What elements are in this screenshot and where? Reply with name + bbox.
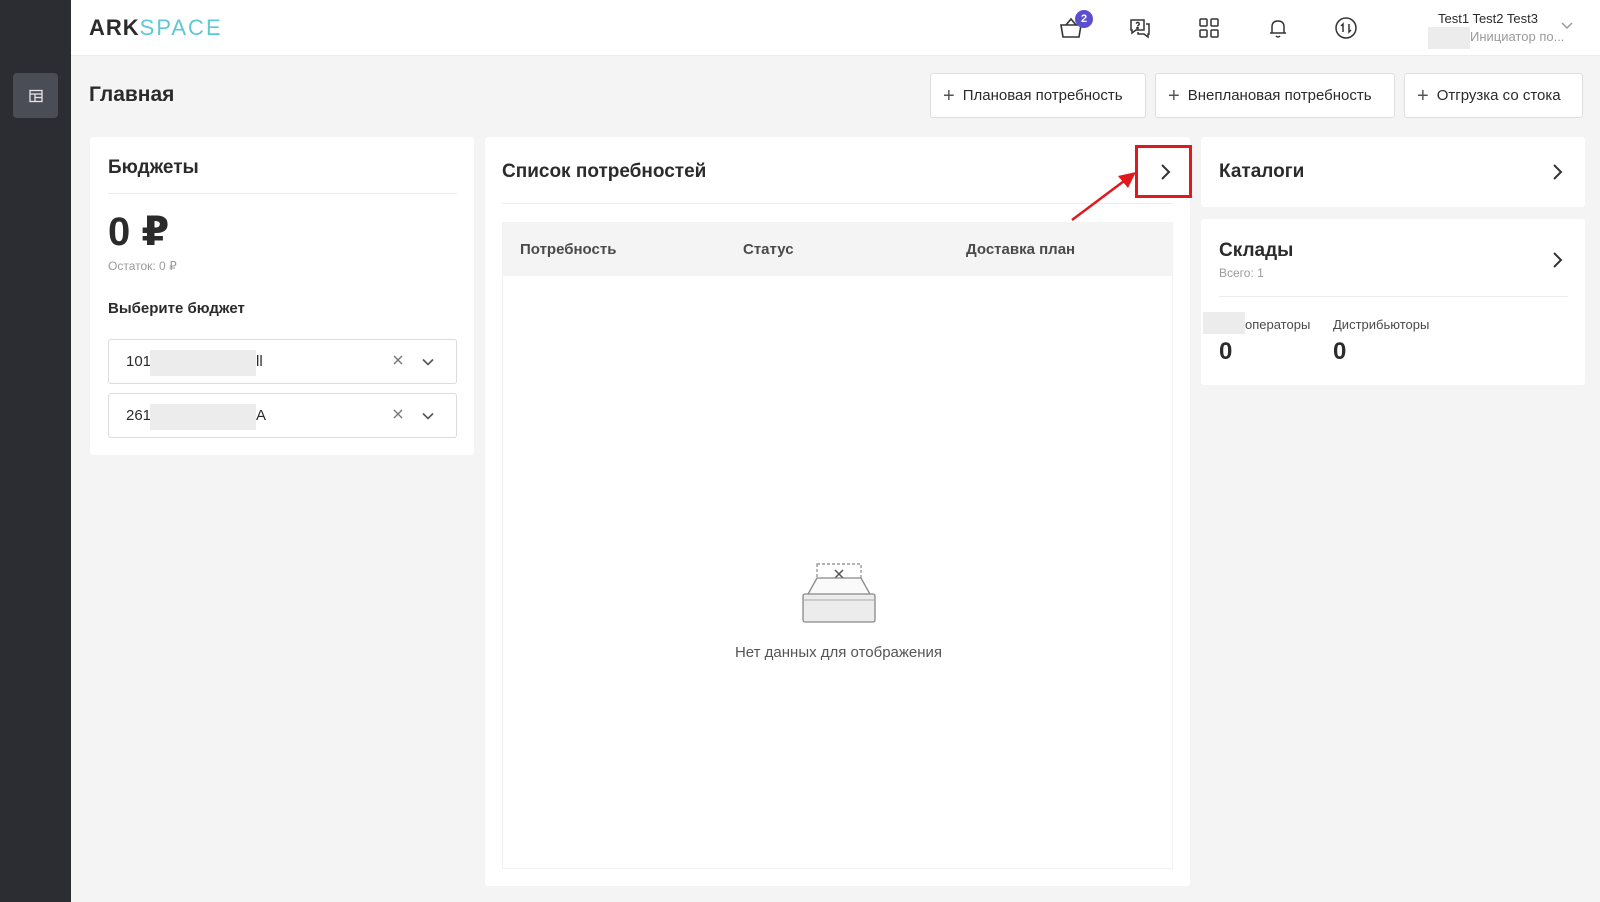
distributors-label: Дистрибьюторы bbox=[1333, 317, 1430, 332]
divider bbox=[108, 193, 457, 194]
chat-question-icon bbox=[1130, 19, 1150, 39]
grid-icon bbox=[1199, 18, 1219, 38]
clear-icon[interactable] bbox=[391, 407, 405, 421]
sidebar-dashboard-button[interactable] bbox=[13, 73, 58, 118]
budget-rest: Остаток: 0 ₽ bbox=[108, 259, 177, 273]
clear-icon[interactable] bbox=[391, 353, 405, 367]
user-menu[interactable]: Test1 Test2 Test3 Инициатор по... bbox=[1408, 10, 1578, 50]
warehouses-total: Всего: 1 bbox=[1219, 266, 1264, 280]
switch-button[interactable] bbox=[1330, 12, 1362, 44]
top-bar: ARKSPACE 2 Test1 Test2 Test3 Инициатор п… bbox=[71, 0, 1600, 56]
bell-icon bbox=[1270, 20, 1286, 38]
catalogs-title: Каталоги bbox=[1219, 161, 1305, 182]
operators-count: 0 bbox=[1219, 338, 1233, 365]
chevron-right-icon[interactable] bbox=[1547, 162, 1567, 182]
budget-select-1[interactable]: 101 ll bbox=[108, 339, 457, 384]
redacted-block bbox=[150, 350, 256, 376]
warehouses-card: Склады Всего: 1 операторы 0 Дистрибьютор… bbox=[1201, 219, 1585, 385]
dashboard-icon bbox=[28, 89, 43, 102]
column-header-need[interactable]: Потребность bbox=[520, 241, 616, 258]
chevron-down-icon[interactable] bbox=[421, 409, 435, 423]
user-role: Инициатор по... bbox=[1470, 29, 1565, 44]
cart-button[interactable]: 2 bbox=[1055, 10, 1093, 44]
page-title: Главная bbox=[89, 83, 175, 106]
notifications-button[interactable] bbox=[1262, 12, 1294, 44]
redacted-block bbox=[1203, 312, 1245, 334]
operators-label: операторы bbox=[1245, 317, 1311, 332]
budgets-card: Бюджеты 0 ₽ Остаток: 0 ₽ Выберите бюджет… bbox=[90, 137, 474, 455]
apps-button[interactable] bbox=[1193, 12, 1225, 44]
divider bbox=[1219, 296, 1568, 297]
budget-select-label: Выберите бюджет bbox=[108, 300, 245, 317]
logo[interactable]: ARKSPACE bbox=[89, 15, 223, 41]
empty-state-text: Нет данных для отображения bbox=[734, 644, 943, 661]
add-unplanned-need-button[interactable]: + Внеплановая потребность bbox=[1155, 73, 1395, 118]
warehouses-title: Склады bbox=[1219, 240, 1294, 261]
plus-icon: + bbox=[1417, 84, 1429, 107]
budget-select-2[interactable]: 261 A bbox=[108, 393, 457, 438]
needs-list-card: Список потребностей Потребность Статус Д… bbox=[485, 137, 1190, 886]
empty-inbox-icon bbox=[802, 563, 876, 623]
cart-badge: 2 bbox=[1075, 10, 1093, 28]
sidebar bbox=[0, 0, 71, 902]
redacted-block bbox=[1428, 27, 1470, 49]
budget-amount: 0 ₽ bbox=[108, 210, 170, 254]
plus-icon: + bbox=[1168, 84, 1180, 107]
catalogs-card[interactable]: Каталоги bbox=[1201, 137, 1585, 207]
chevron-down-icon[interactable] bbox=[421, 355, 435, 369]
annotation-arrow-icon bbox=[1071, 172, 1136, 221]
swap-circle-icon bbox=[1335, 17, 1357, 39]
distributors-count: 0 bbox=[1333, 338, 1347, 365]
user-name: Test1 Test2 Test3 bbox=[1438, 11, 1538, 26]
plus-icon: + bbox=[943, 84, 955, 107]
column-header-delivery-plan[interactable]: Доставка план bbox=[966, 241, 1075, 258]
needs-table-header: Потребность Статус Доставка план bbox=[502, 222, 1173, 276]
support-chat-button[interactable] bbox=[1124, 12, 1156, 44]
annotation-highlight-box bbox=[1135, 145, 1192, 198]
column-header-status[interactable]: Статус bbox=[743, 241, 794, 258]
add-planned-need-button[interactable]: + Плановая потребность bbox=[930, 73, 1146, 118]
redacted-block bbox=[150, 404, 256, 430]
budgets-title: Бюджеты bbox=[108, 157, 199, 178]
needs-table-body: Нет данных для отображения bbox=[502, 276, 1173, 869]
chevron-right-icon[interactable] bbox=[1547, 250, 1567, 270]
stock-shipment-button[interactable]: + Отгрузка со стока bbox=[1404, 73, 1583, 118]
needs-list-title: Список потребностей bbox=[502, 161, 707, 182]
chevron-down-icon[interactable] bbox=[1560, 18, 1574, 32]
